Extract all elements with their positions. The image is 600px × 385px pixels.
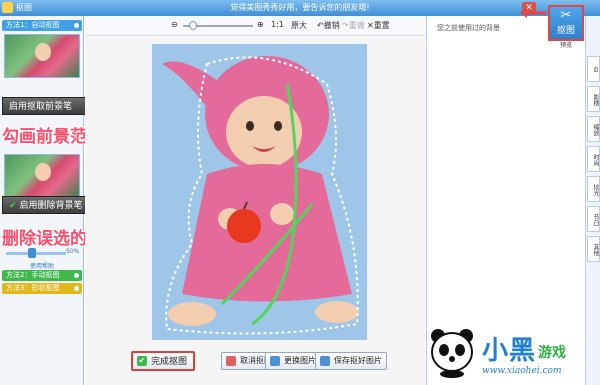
photo-canvas[interactable] (152, 44, 367, 340)
right-eye (274, 121, 282, 131)
brush-size-slider[interactable] (6, 252, 66, 255)
method-shape-label: 方法3：形状抠图 (6, 284, 60, 292)
tab-all[interactable]: ⊟ (587, 56, 600, 82)
finish-cutout-button[interactable]: ✔ 完成抠图 (131, 351, 195, 371)
title-bar: 抠图 觉得美图秀秀好用，要告诉您的朋友哦! ✕ (0, 0, 600, 16)
child-photo (152, 44, 367, 340)
radio-icon (74, 273, 79, 278)
zoom-slider-knob[interactable] (189, 21, 197, 30)
scissors-icon: ✂ (560, 8, 572, 23)
bottom-action-bar: ✔ 完成抠图 取消抠图 更换图片 保存抠好图片 (85, 342, 425, 385)
background-brush-thumbnail[interactable] (4, 154, 80, 198)
tab-scale[interactable]: 缩放 (587, 116, 600, 142)
logo-text-secondary: 游戏 (538, 345, 566, 361)
zoom-out-icon[interactable]: ⊖ (171, 20, 178, 29)
panda-icon (431, 329, 473, 378)
save-cutout-label: 保存抠好图片 (334, 356, 382, 365)
preview-button[interactable]: 预览 (560, 40, 572, 49)
watermark-logo: 小黑 游戏 www.xiaohei.com (426, 326, 600, 385)
tab-other[interactable]: 其他 (587, 236, 600, 262)
app-title: 抠图 (16, 3, 32, 12)
zoom-in-icon[interactable]: ⊕ (257, 20, 264, 29)
image-icon (270, 356, 280, 366)
logo-url: www.xiaohei.com (482, 366, 562, 376)
app-icon (2, 2, 13, 13)
radio-icon (74, 286, 79, 291)
auto-cutout-thumbnail[interactable] (4, 34, 80, 78)
arrow-annotation-icon (520, 8, 546, 18)
brush-size-value: 50% (66, 248, 80, 255)
undo-button[interactable]: ↶撤销 (317, 20, 340, 31)
background-history-title: 您之前使用过的背景 (437, 24, 500, 32)
thumbnail-face (35, 43, 51, 61)
tab-studio[interactable]: 影楼 (587, 86, 600, 112)
apple (227, 209, 261, 243)
thumbnail-face (35, 163, 51, 181)
background-brush-label: 启用删除背景笔 (19, 201, 83, 211)
right-hand (270, 203, 294, 225)
redo-button[interactable]: ↷重做 (342, 20, 365, 31)
change-image-button[interactable]: 更换图片 (265, 352, 321, 370)
cutout-tool-button[interactable]: ✂ 抠图 (548, 5, 584, 41)
help-link[interactable]: 使用帮助 (30, 261, 54, 270)
logo-text: 小黑 (482, 336, 537, 366)
method-auto-cutout[interactable]: 方法1：自动抠图 (2, 20, 82, 31)
check-icon: ✔ (9, 201, 17, 211)
save-icon (320, 356, 330, 366)
method-auto-label: 方法1：自动抠图 (6, 21, 60, 29)
check-icon: ✔ (137, 356, 147, 366)
change-image-label: 更换图片 (284, 356, 316, 365)
left-foot (168, 302, 216, 326)
promo-title[interactable]: 觉得美图秀秀好用，要告诉您的朋友哦! (200, 2, 400, 13)
enlarge-button[interactable]: 原大 (291, 20, 307, 31)
method-shape-cutout[interactable]: 方法3：形状抠图 (2, 283, 82, 294)
tab-glare[interactable]: 炫光 (587, 176, 600, 202)
right-foot (315, 301, 359, 323)
tab-festival[interactable]: 节日 (587, 206, 600, 232)
tab-fashion[interactable]: 时尚 (587, 146, 600, 172)
canvas-toolbar: ⊖ ⊕ 1:1 原大 ↶撤销 ↷重做 ✕重置 (85, 16, 425, 36)
radio-icon (74, 23, 79, 28)
cutout-tool-label: 抠图 (556, 26, 575, 36)
cancel-icon (226, 356, 236, 366)
left-eye (246, 121, 254, 131)
brush-size-slider-knob[interactable] (28, 248, 36, 258)
reset-button[interactable]: ✕重置 (367, 20, 390, 31)
method-manual-cutout[interactable]: 方法2：手动抠图 (2, 270, 82, 281)
finish-cutout-label: 完成抠图 (151, 357, 188, 367)
method-manual-label: 方法2：手动抠图 (6, 271, 60, 279)
actual-size-button[interactable]: 1:1 (271, 20, 284, 29)
save-cutout-button[interactable]: 保存抠好图片 (315, 352, 387, 370)
